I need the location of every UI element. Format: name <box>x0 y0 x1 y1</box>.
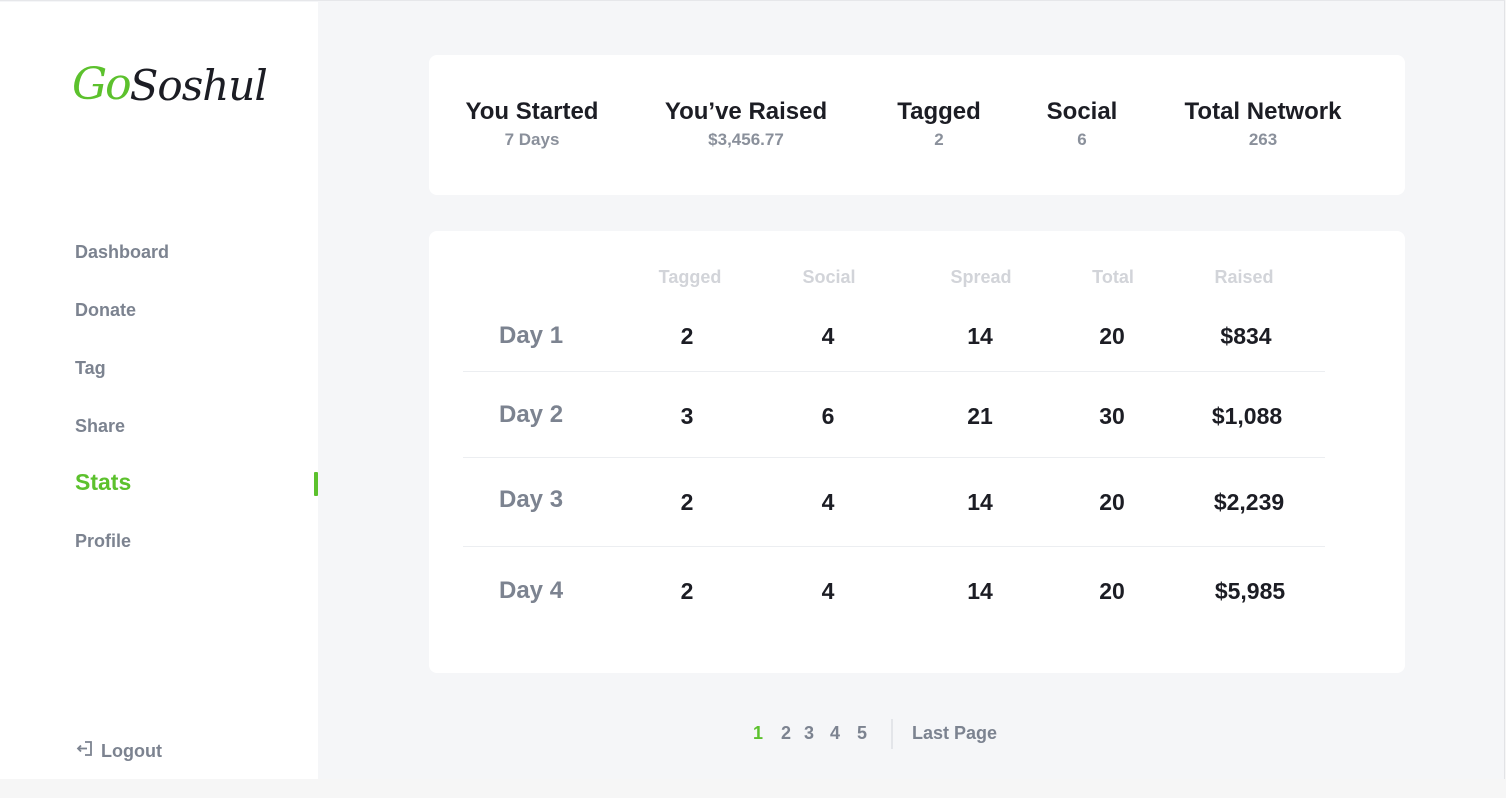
stat-value: $3,456.77 <box>708 130 784 149</box>
last-page-link[interactable]: Last Page <box>912 723 997 744</box>
cell-tagged: 3 <box>680 403 694 429</box>
column-header-social: Social <box>802 267 856 287</box>
cell-total: 30 <box>1099 403 1125 429</box>
cell-raised: $834 <box>1220 323 1272 349</box>
page-3-link[interactable]: 3 <box>804 723 814 744</box>
row-day: Day 2 <box>499 401 564 428</box>
cell-raised: $1,088 <box>1211 403 1283 429</box>
app-window: Go Soshul Dashboard Donate Tag Share Sta… <box>0 0 1505 779</box>
stat-label: Tagged <box>897 98 981 125</box>
stat-total-network: Total Network 263 <box>1185 97 1342 153</box>
sidebar-item-stats[interactable]: Stats <box>75 469 131 496</box>
stat-label: Social <box>1046 98 1118 125</box>
sidebar-item-donate[interactable]: Donate <box>75 300 136 321</box>
cell-social: 4 <box>821 489 835 515</box>
cell-spread: 14 <box>967 489 993 515</box>
sidebar-item-tag[interactable]: Tag <box>75 358 106 379</box>
cell-total: 20 <box>1099 489 1125 515</box>
column-header-spread: Spread <box>950 267 1012 287</box>
gososhul-logo[interactable]: Go Soshul <box>72 50 268 110</box>
table-row: Day 2 3 6 21 30 $1,088 <box>463 372 1325 458</box>
row-day: Day 3 <box>499 486 564 513</box>
stat-value: 6 <box>1077 130 1087 149</box>
stat-label: You Started <box>465 98 599 125</box>
page-2-link[interactable]: 2 <box>781 723 791 744</box>
stat-value: 263 <box>1248 130 1278 149</box>
stats-table-card: Tagged Social Spread Total Raised Day 1 … <box>429 231 1405 673</box>
stat-value: 7 Days <box>504 130 560 149</box>
active-indicator <box>314 472 318 496</box>
cell-raised: $2,239 <box>1213 489 1285 515</box>
table-row: Day 3 2 4 14 20 $2,239 <box>463 458 1325 547</box>
logout-icon <box>76 740 93 762</box>
sidebar: Go Soshul Dashboard Donate Tag Share Sta… <box>0 2 318 779</box>
column-header-raised: Raised <box>1214 267 1274 287</box>
table-row: Day 4 2 4 14 20 $5,985 <box>463 547 1325 637</box>
logout-button[interactable]: Logout <box>76 740 162 762</box>
page-5-link[interactable]: 5 <box>857 723 867 744</box>
pagination-divider <box>891 719 893 749</box>
summary-card: You Started 7 Days You’ve Raised $3,456.… <box>429 55 1405 195</box>
column-header-total: Total <box>1092 267 1134 287</box>
sidebar-item-share[interactable]: Share <box>75 416 125 437</box>
cell-spread: 14 <box>967 323 993 349</box>
stat-social: Social 6 <box>1047 97 1118 153</box>
stat-tagged: Tagged 2 <box>897 97 981 153</box>
cell-social: 6 <box>821 403 835 429</box>
cell-tagged: 2 <box>680 489 694 515</box>
logout-label: Logout <box>101 740 162 761</box>
cell-raised: $5,985 <box>1214 578 1286 604</box>
cell-spread: 21 <box>967 403 993 429</box>
stat-raised: You’ve Raised $3,456.77 <box>665 97 827 153</box>
cell-social: 4 <box>821 323 835 349</box>
stat-value: 2 <box>934 130 944 149</box>
cell-social: 4 <box>821 578 835 604</box>
stat-label: You’ve Raised <box>664 98 828 125</box>
logo-go: Go <box>72 59 132 110</box>
sidebar-item-profile[interactable]: Profile <box>75 531 131 552</box>
row-day: Day 4 <box>499 577 564 604</box>
page-1-link[interactable]: 1 <box>753 723 763 744</box>
sidebar-item-dashboard[interactable]: Dashboard <box>75 242 169 263</box>
logo-soshul: Soshul <box>129 61 268 110</box>
table-row: Day 1 2 4 14 20 $834 <box>463 315 1325 372</box>
cell-tagged: 2 <box>680 578 694 604</box>
cell-total: 20 <box>1099 323 1125 349</box>
stat-label: Total Network <box>1184 98 1342 125</box>
cell-tagged: 2 <box>680 323 694 349</box>
page-4-link[interactable]: 4 <box>830 723 840 744</box>
cell-spread: 14 <box>967 578 993 604</box>
cell-total: 20 <box>1099 578 1125 604</box>
column-header-tagged: Tagged <box>658 267 722 287</box>
stat-you-started: You Started 7 Days <box>466 97 599 153</box>
row-day: Day 1 <box>499 322 564 349</box>
